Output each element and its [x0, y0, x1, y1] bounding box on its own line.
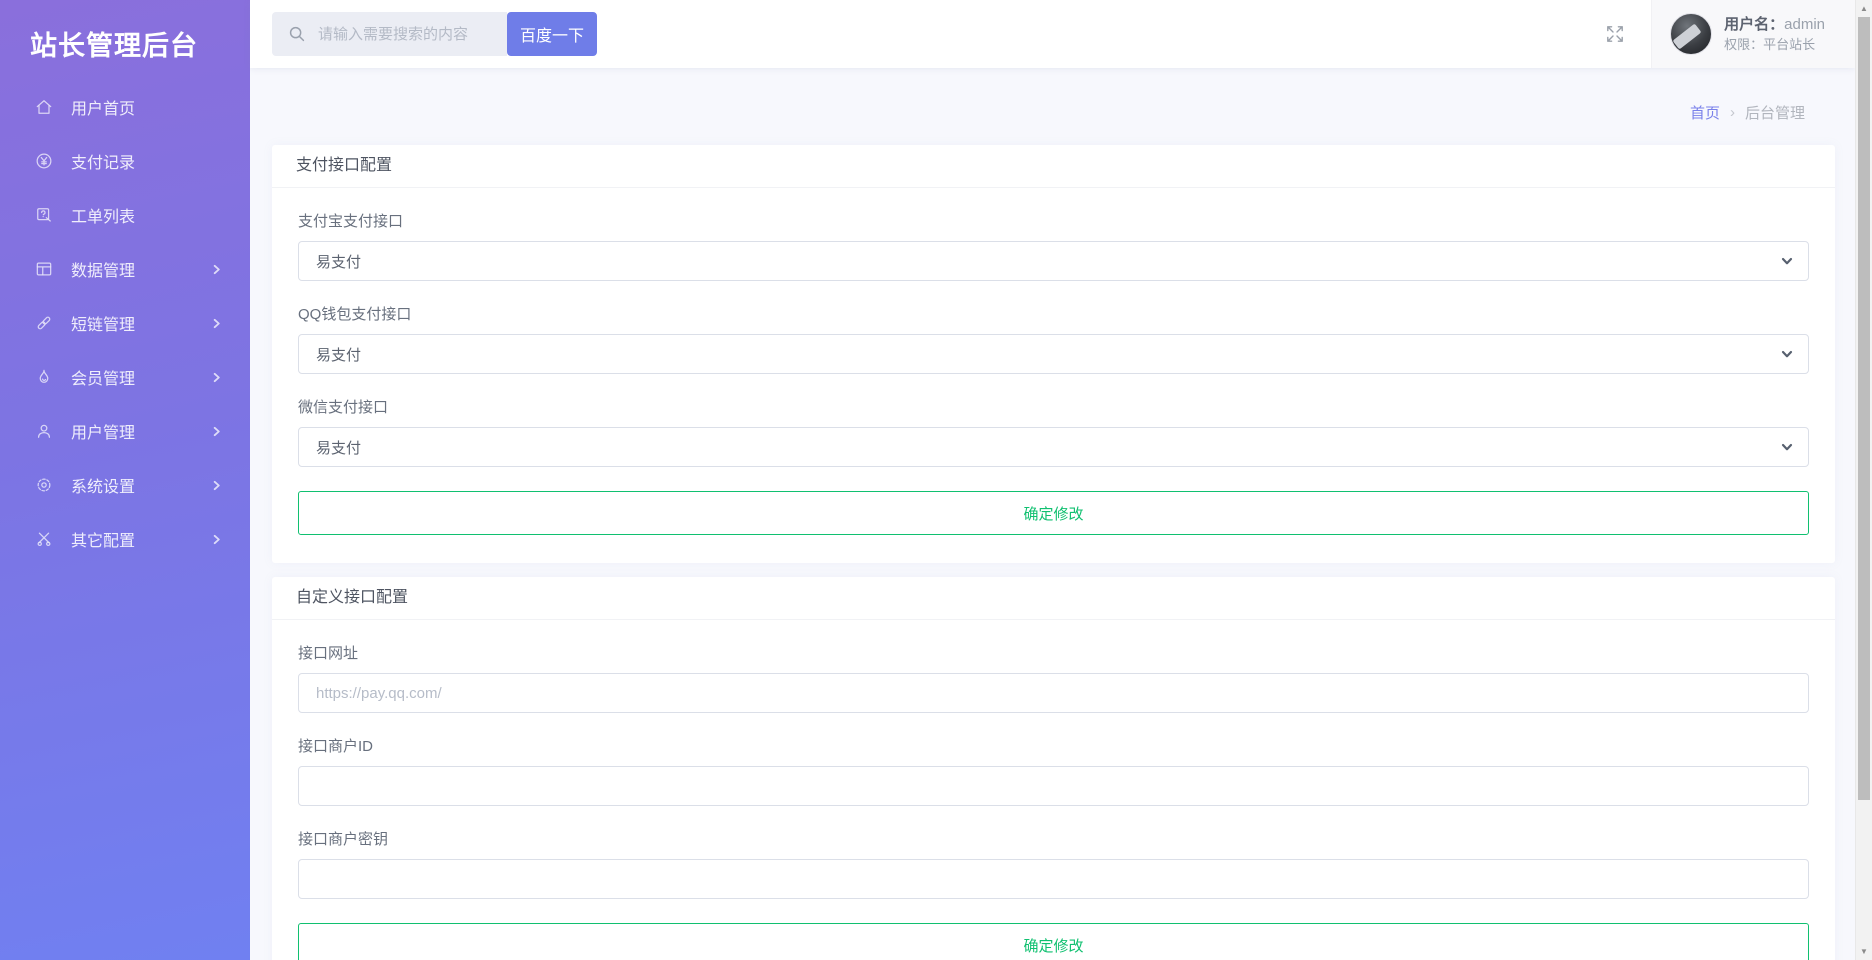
chevron-right-icon: [211, 264, 222, 275]
home-icon: [34, 97, 54, 117]
sidebar-item-label: 数据管理: [71, 263, 136, 280]
avatar: [1670, 13, 1713, 55]
select-value: 易支付: [316, 439, 362, 457]
field-label: 支付宝支付接口: [298, 213, 404, 230]
user-panel[interactable]: 用户名：admin 权限：平台站长: [1651, 0, 1855, 68]
sidebar-item-shortlink-management[interactable]: 短链管理: [0, 296, 250, 350]
custom-interface-card: 自定义接口配置 接口网址 接口商户ID 接口商户密钥 确定修改: [272, 577, 1835, 960]
search-bar: 百度一下: [272, 12, 597, 56]
chevron-right-icon: [211, 480, 222, 491]
merchant-id-input[interactable]: [298, 766, 1809, 806]
payment-icon: [34, 151, 54, 171]
member-icon: [34, 367, 54, 387]
breadcrumb: 首页 › 后台管理: [272, 68, 1835, 145]
fullscreen-icon[interactable]: [1603, 22, 1627, 46]
main-column: 百度一下 用户名：admin 权限：平台站长: [250, 0, 1855, 960]
field-label: 接口网址: [298, 645, 359, 662]
sidebar-item-label: 用户管理: [71, 425, 136, 442]
chevron-right-icon: [211, 534, 222, 545]
form-group: 接口网址: [298, 644, 1809, 713]
sidebar-item-label: 其它配置: [71, 533, 136, 550]
data-icon: [34, 259, 54, 279]
form-group: 微信支付接口 易支付: [298, 398, 1809, 467]
field-label: 微信支付接口: [298, 399, 389, 416]
sidebar-item-other-config[interactable]: 其它配置: [0, 512, 250, 566]
username-label: 用户名：: [1724, 15, 1785, 33]
sidebar-item-label: 支付记录: [71, 155, 136, 172]
form-group: 支付宝支付接口 易支付: [298, 212, 1809, 281]
select-value: 易支付: [316, 253, 362, 271]
username-value: admin: [1784, 15, 1825, 33]
merchant-key-input[interactable]: [298, 859, 1809, 899]
sidebar-item-label: 工单列表: [71, 209, 136, 226]
scroll-thumb[interactable]: [1858, 17, 1870, 800]
search-button[interactable]: 百度一下: [507, 12, 597, 56]
card-title: 支付接口配置: [272, 145, 1835, 188]
breadcrumb-separator-icon: ›: [1729, 104, 1735, 121]
scroll-up-button[interactable]: ▲: [1856, 0, 1872, 17]
qq-wallet-interface-select[interactable]: 易支付: [298, 334, 1809, 374]
tools-icon: [34, 529, 54, 549]
chevron-down-icon: [1780, 347, 1794, 361]
breadcrumb-current: 后台管理: [1744, 105, 1805, 122]
settings-icon: [34, 475, 54, 495]
app-title: 站长管理后台: [30, 31, 198, 61]
breadcrumb-home-link[interactable]: 首页: [1690, 102, 1720, 123]
wechat-interface-select[interactable]: 易支付: [298, 427, 1809, 467]
chevron-down-icon: [1780, 440, 1794, 454]
scroll-down-button[interactable]: ▼: [1856, 943, 1872, 960]
user-icon: [34, 421, 54, 441]
field-label: 接口商户ID: [298, 738, 374, 755]
sidebar-item-payment-records[interactable]: 支付记录: [0, 134, 250, 188]
form-group: QQ钱包支付接口 易支付: [298, 305, 1809, 374]
sidebar-item-label: 短链管理: [71, 317, 136, 334]
select-value: 易支付: [316, 346, 362, 364]
sidebar-item-user-home[interactable]: 用户首页: [0, 80, 250, 134]
sidebar-item-data-management[interactable]: 数据管理: [0, 242, 250, 296]
admin-app: 站长管理后台 用户首页 支付记录 工单列表 数据管理 短链管理 会员管理 用户管…: [0, 0, 1872, 960]
api-url-input[interactable]: [298, 673, 1809, 713]
form-group: 接口商户密钥: [298, 830, 1809, 899]
card-body: 接口网址 接口商户ID 接口商户密钥 确定修改: [272, 620, 1835, 960]
ticket-icon: [34, 205, 54, 225]
sidebar-menu: 用户首页 支付记录 工单列表 数据管理 短链管理 会员管理 用户管理 系统设置 …: [0, 80, 250, 566]
user-role: 权限：平台站长: [1724, 36, 1816, 52]
card-body: 支付宝支付接口 易支付 QQ钱包支付接口 易支付 微信支付接口 易支付 确定修改: [272, 188, 1835, 563]
sidebar-item-label: 会员管理: [71, 371, 136, 388]
topbar-right: 用户名：admin 权限：平台站长: [1603, 0, 1855, 68]
chevron-right-icon: [211, 372, 222, 383]
payment-interface-card: 支付接口配置 支付宝支付接口 易支付 QQ钱包支付接口 易支付 微信支付接口 易…: [272, 145, 1835, 563]
scrollbar[interactable]: ▲ ▼: [1855, 0, 1872, 960]
field-label: QQ钱包支付接口: [298, 306, 412, 323]
search-icon: [286, 23, 308, 45]
card-title: 自定义接口配置: [272, 577, 1835, 620]
sidebar-item-member-management[interactable]: 会员管理: [0, 350, 250, 404]
sidebar-item-label: 用户首页: [71, 101, 136, 118]
sidebar-item-label: 系统设置: [71, 479, 136, 496]
sidebar: 站长管理后台 用户首页 支付记录 工单列表 数据管理 短链管理 会员管理 用户管…: [0, 0, 250, 960]
form-group: 接口商户ID: [298, 737, 1809, 806]
user-info: 用户名：admin 权限：平台站长: [1724, 16, 1825, 53]
topbar: 百度一下 用户名：admin 权限：平台站长: [250, 0, 1855, 68]
chevron-right-icon: [211, 318, 222, 329]
content-area: 首页 › 后台管理 支付接口配置 支付宝支付接口 易支付 QQ钱包支付接口 易支…: [250, 68, 1855, 960]
sidebar-item-user-management[interactable]: 用户管理: [0, 404, 250, 458]
link-icon: [34, 313, 54, 333]
field-label: 接口商户密钥: [298, 831, 389, 848]
sidebar-item-ticket-list[interactable]: 工单列表: [0, 188, 250, 242]
chevron-down-icon: [1780, 254, 1794, 268]
chevron-right-icon: [211, 426, 222, 437]
confirm-modify-button[interactable]: 确定修改: [298, 491, 1809, 535]
alipay-interface-select[interactable]: 易支付: [298, 241, 1809, 281]
sidebar-item-system-settings[interactable]: 系统设置: [0, 458, 250, 512]
confirm-modify-button[interactable]: 确定修改: [298, 923, 1809, 960]
